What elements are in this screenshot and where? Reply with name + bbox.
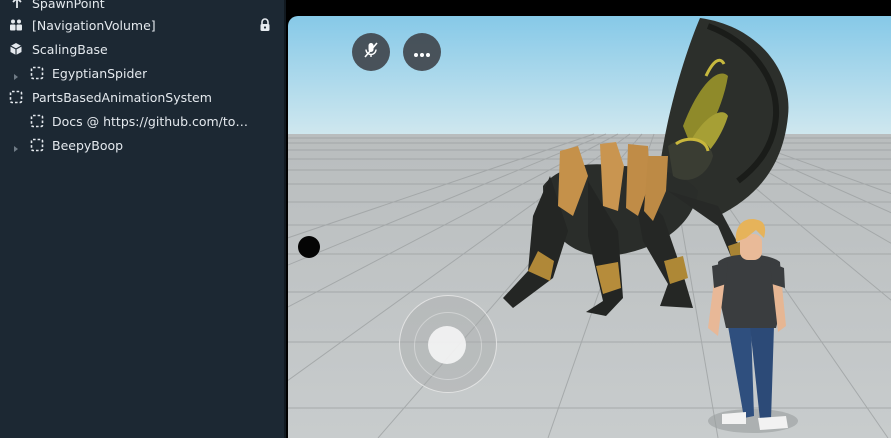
expand-arrow-icon[interactable] [12,141,20,152]
cube-icon [9,42,23,56]
hierarchy-item-label: Docs @ https://github.com/tod... [52,113,252,129]
empty-object-icon [9,90,23,104]
scene-render [288,16,891,438]
hierarchy-item-partsbasedanimationsystem[interactable]: PartsBasedAnimationSystem [0,85,284,109]
more-options-button[interactable] [403,33,441,71]
joystick-knob[interactable] [428,326,466,364]
hierarchy-item-label: BeepyBoop [52,137,124,153]
empty-object-icon [30,66,44,80]
hierarchy-item-beepyboop[interactable]: BeepyBoop [0,133,284,157]
hierarchy-item-egyptianspider[interactable]: EgyptianSpider [0,61,284,85]
panel-divider[interactable] [284,0,286,438]
game-viewport[interactable] [288,16,891,438]
hierarchy-panel: SpawnPoint [NavigationVolume] ScalingBas… [0,0,286,438]
virtual-joystick[interactable] [399,295,497,393]
viewport-top-bar [286,0,891,16]
hierarchy-item-navigationvolume[interactable]: [NavigationVolume] [0,13,284,37]
mute-microphone-button[interactable] [352,33,390,71]
navigation-volume-icon [9,18,23,32]
hierarchy-item-scalingbase[interactable]: ScalingBase [0,37,284,61]
mic-muted-icon [362,41,380,63]
hierarchy-item-docs[interactable]: Docs @ https://github.com/tod... [0,109,284,133]
empty-object-icon [30,114,44,128]
hierarchy-item-label: EgyptianSpider [52,65,148,81]
hierarchy-item-label: PartsBasedAnimationSystem [32,89,212,105]
spawn-point-icon [10,0,24,10]
empty-object-icon [30,138,44,152]
hierarchy-item-label: ScalingBase [32,41,108,57]
hierarchy-item-label: [NavigationVolume] [32,17,156,33]
more-horizontal-icon [413,43,431,62]
black-dot-marker [298,236,320,258]
expand-arrow-icon[interactable] [12,69,20,80]
hierarchy-item-label: SpawnPoint [32,0,105,11]
lock-icon[interactable] [259,18,271,32]
